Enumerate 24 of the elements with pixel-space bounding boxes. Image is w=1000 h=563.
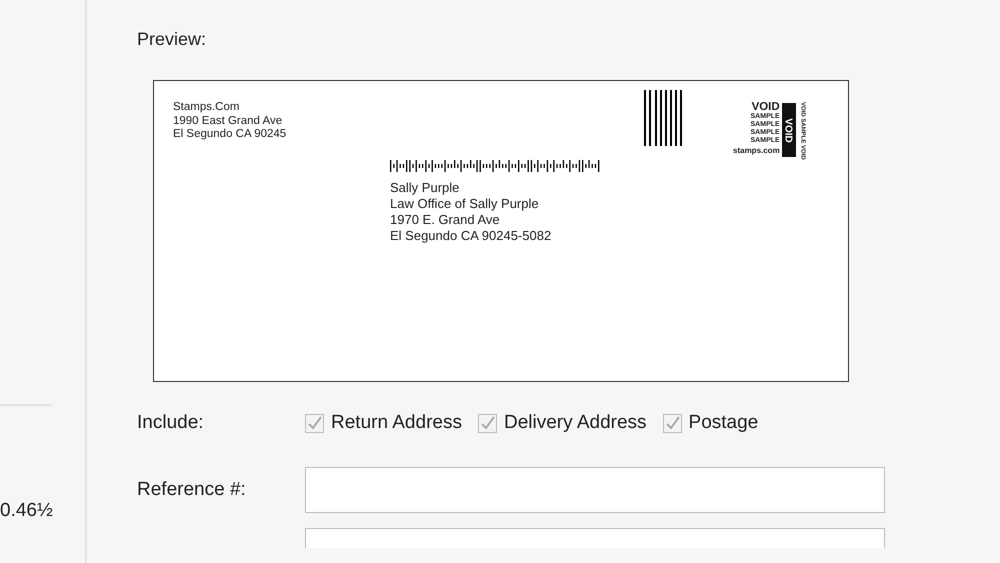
- preview-label: Preview:: [137, 29, 208, 50]
- return-address-line: El Segundo CA 90245: [173, 128, 288, 142]
- include-label: Include:: [137, 412, 205, 434]
- reference-field[interactable]: [305, 467, 885, 513]
- delivery-address-line: Sally Purple: [390, 180, 460, 196]
- stamp-void-block: VOID: [782, 103, 796, 157]
- include-checkbox[interactable]: Postage: [662, 412, 758, 434]
- include-checkbox[interactable]: Return Address: [305, 412, 462, 434]
- reference-label: Reference #:: [137, 479, 247, 501]
- postage-amount: 0.46½: [0, 500, 53, 522]
- stamp-logo: stamps.com: [733, 146, 780, 155]
- barcode-icon: [644, 90, 684, 146]
- checkbox-icon[interactable]: [478, 414, 497, 432]
- return-address-line: 1990 East Grand Ave: [173, 114, 284, 128]
- delivery-address-line: Law Office of Sally Purple: [390, 196, 540, 212]
- include-checkbox[interactable]: Delivery Address: [478, 412, 647, 434]
- stamp-void-text: VOID: [752, 101, 780, 113]
- postal-barcode-icon: [390, 160, 602, 172]
- checkbox-icon[interactable]: [305, 414, 324, 432]
- checkbox-icon[interactable]: [662, 414, 682, 432]
- delivery-address-line: El Segundo CA 90245-5082: [390, 228, 552, 244]
- delivery-address-line: 1970 E. Grand Ave: [390, 212, 501, 228]
- input-field[interactable]: [305, 528, 885, 548]
- return-address-line: Stamps.Com: [173, 101, 240, 114]
